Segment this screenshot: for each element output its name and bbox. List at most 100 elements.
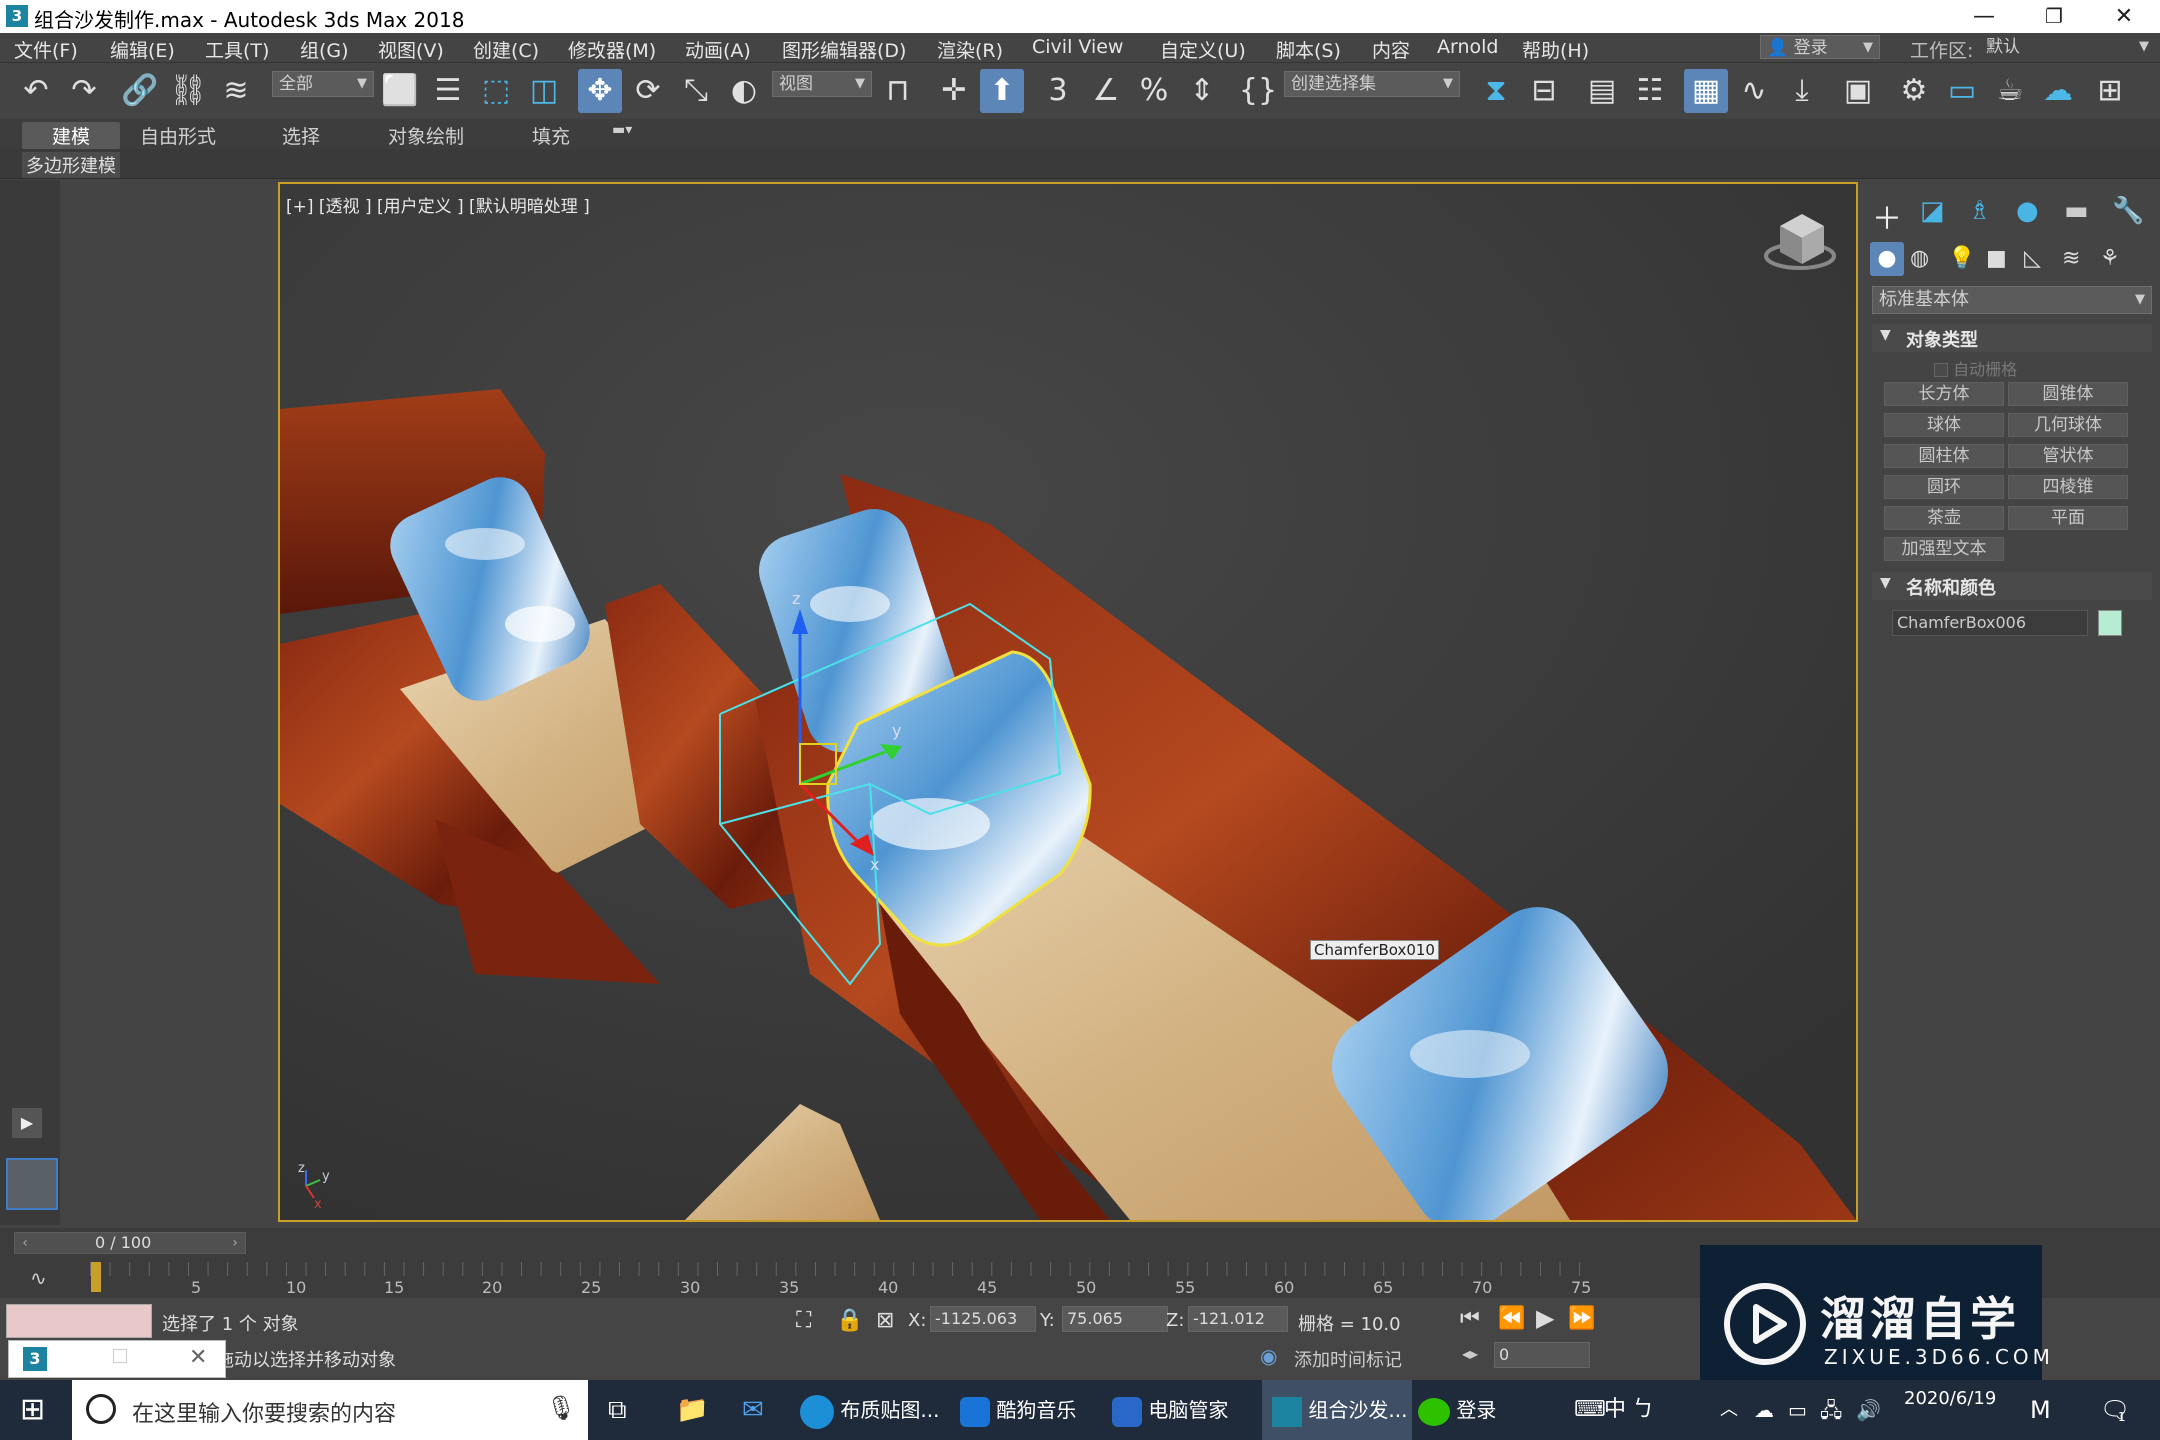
taskbar-app-wechat[interactable]: 登录 — [1418, 1380, 1528, 1440]
maxscript-listener[interactable] — [6, 1304, 152, 1338]
lights-icon[interactable]: 💡 — [1948, 246, 1975, 271]
helpers-icon[interactable]: ◺ — [2024, 246, 2041, 271]
schematic-view-icon[interactable]: ⤓ — [1780, 69, 1824, 113]
object-color-swatch[interactable] — [2098, 610, 2122, 636]
workspace-dropdown[interactable]: 默认 ▼ — [1980, 35, 2155, 59]
file-explorer-icon[interactable]: 📁 — [676, 1380, 708, 1440]
tab-freeform[interactable]: 自由形式 — [140, 122, 216, 149]
spacewarps-icon[interactable]: ≋ — [2062, 246, 2080, 271]
pyramid-button[interactable]: 四棱锥 — [2008, 475, 2128, 499]
z-coord-input[interactable]: -121.012 — [1188, 1306, 1288, 1332]
select-manipulate-icon[interactable]: ✛ — [932, 69, 976, 113]
current-frame-input[interactable]: 0 — [1494, 1342, 1590, 1368]
imooc-tray-icon[interactable]: Ⅿ — [2030, 1380, 2051, 1440]
network-icon[interactable]: 🖧 — [1820, 1380, 1842, 1440]
menu-scripting[interactable]: 脚本(S) — [1276, 36, 1341, 63]
named-selection-set-dropdown[interactable]: 创建选择集 ▼ — [1284, 71, 1460, 97]
scene-explorer-icon[interactable]: ▤ — [1580, 69, 1624, 113]
redo-icon[interactable]: ↷ — [62, 69, 106, 113]
ime-chinese[interactable]: 中 — [1604, 1380, 1626, 1440]
isolate-selection-icon[interactable]: ⛶ — [796, 1308, 811, 1333]
bind-spacewarp-icon[interactable]: ≋ — [214, 69, 258, 113]
menu-help[interactable]: 帮助(H) — [1522, 36, 1589, 63]
unlink-icon[interactable]: ⛓ — [166, 69, 210, 113]
teapot-button[interactable]: 茶壶 — [1884, 506, 2004, 530]
battery-icon[interactable]: ▭ — [1788, 1380, 1807, 1440]
signin-dropdown[interactable]: 👤 登录 ▼ — [1760, 35, 1880, 59]
menu-arnold[interactable]: Arnold — [1437, 36, 1498, 58]
viewport-label-menu[interactable]: [+] [透视 ] [用户定义 ] [默认明暗处理 ] — [286, 192, 590, 217]
keyboard-shortcut-override-icon[interactable]: ⬆ — [980, 69, 1024, 113]
time-tag-icon[interactable]: ◉ — [1260, 1344, 1277, 1368]
angle-snap-icon[interactable]: ∠ — [1084, 69, 1128, 113]
taskbar-search-box[interactable]: 在这里输入你要搜索的内容 🎙 — [72, 1380, 588, 1440]
menu-tools[interactable]: 工具(T) — [205, 36, 269, 63]
geometry-category-dropdown[interactable]: 标准基本体 ▼ — [1872, 286, 2152, 314]
tab-populate[interactable]: 填充 — [532, 122, 570, 149]
notification-center-icon[interactable]: 🗨 — [2100, 1380, 2130, 1440]
select-place-icon[interactable]: ◐ — [722, 69, 766, 113]
torus-button[interactable]: 圆环 — [1884, 475, 2004, 499]
absolute-mode-icon[interactable]: ⊠ — [876, 1308, 894, 1333]
prev-frame-icon[interactable]: ‹ — [15, 1233, 35, 1253]
current-frame-marker[interactable] — [91, 1262, 101, 1292]
window-crossing-icon[interactable]: ◫ — [522, 69, 566, 113]
edit-named-selection-icon[interactable]: {} — [1236, 69, 1280, 113]
shapes-icon[interactable]: ◍ — [1910, 246, 1929, 271]
systems-icon[interactable]: ⚘ — [2100, 246, 2120, 271]
select-rotate-icon[interactable]: ⟳ — [626, 69, 670, 113]
layer-explorer-icon[interactable]: ☷ — [1628, 69, 1672, 113]
taskbar-app-kugou[interactable]: 酷狗音乐 — [960, 1380, 1100, 1440]
geometry-icon[interactable]: ● — [1870, 242, 1904, 276]
rect-selection-region-icon[interactable]: ⬚ — [474, 69, 518, 113]
select-by-name-icon[interactable]: ☰ — [426, 69, 470, 113]
menu-civil-view[interactable]: Civil View — [1032, 36, 1123, 58]
undo-icon[interactable]: ↶ — [14, 69, 58, 113]
curve-editor-mini-icon[interactable]: ∿ — [30, 1266, 47, 1290]
tab-selection[interactable]: 选择 — [282, 122, 320, 149]
tube-button[interactable]: 管状体 — [2008, 444, 2128, 468]
expand-arrow-icon[interactable]: ▶ — [12, 1108, 42, 1138]
menu-file[interactable]: 文件(F) — [14, 36, 78, 63]
play-icon[interactable]: ▶ — [1536, 1304, 1554, 1332]
time-slider[interactable]: ‹ 0 / 100 › — [14, 1232, 246, 1254]
minimized-window[interactable]: 3 ✕ — [8, 1340, 226, 1378]
menu-content[interactable]: 内容 — [1372, 36, 1410, 63]
cameras-icon[interactable]: ■ — [1986, 246, 2007, 271]
menu-create[interactable]: 创建(C) — [473, 36, 539, 63]
hierarchy-tab-icon[interactable]: ♗ — [1968, 196, 1991, 226]
tab-modeling[interactable]: 建模 — [22, 122, 121, 149]
next-frame-icon[interactable]: › — [225, 1233, 245, 1253]
viewport-layout-icon[interactable] — [6, 1158, 58, 1210]
select-object-icon[interactable]: ⬜ — [378, 69, 422, 113]
perspective-viewport[interactable]: z y x z y x [+] [透视 ] [用户定义 ] [默认明暗处理 ] … — [278, 182, 1858, 1222]
render-production-icon[interactable]: ☕ — [1988, 69, 2032, 113]
a360-gallery-icon[interactable]: ⊞ — [2088, 69, 2132, 113]
tray-expand-icon[interactable]: ︿ — [1720, 1380, 1738, 1440]
motion-tab-icon[interactable]: ● — [2016, 196, 2039, 226]
go-to-start-icon[interactable]: ⏮ — [1460, 1306, 1480, 1331]
mirror-icon[interactable]: ⧗ — [1474, 69, 1518, 113]
textplus-button[interactable]: 加强型文本 — [1884, 537, 2004, 561]
onedrive-icon[interactable]: ☁ — [1754, 1380, 1774, 1440]
windows-start-icon[interactable]: ⊞ — [20, 1380, 45, 1440]
select-scale-icon[interactable]: ⤡ — [674, 69, 718, 113]
add-time-tag[interactable]: 添加时间标记 — [1294, 1346, 1402, 1372]
ribbon-toggle-icon[interactable]: ▦ — [1684, 69, 1728, 113]
sphere-button[interactable]: 球体 — [1884, 413, 2004, 437]
menu-graph-editors[interactable]: 图形编辑器(D) — [782, 36, 906, 63]
link-icon[interactable]: 🔗 — [118, 69, 162, 113]
render-setup-icon[interactable]: ⚙ — [1892, 69, 1936, 113]
snaps-toggle-icon[interactable]: 3 — [1036, 69, 1080, 113]
previous-key-icon[interactable]: ⏪ — [1498, 1306, 1525, 1331]
menu-customize[interactable]: 自定义(U) — [1160, 36, 1246, 63]
utilities-tab-icon[interactable]: 🔧 — [2112, 196, 2144, 226]
restore-button[interactable]: ❐ — [2024, 0, 2084, 33]
menu-edit[interactable]: 编辑(E) — [110, 36, 175, 63]
minimize-button[interactable]: — — [1954, 0, 2014, 33]
align-icon[interactable]: ⊟ — [1522, 69, 1566, 113]
spinner-snap-icon[interactable]: ⇕ — [1180, 69, 1224, 113]
pivot-center-icon[interactable]: ⊓ — [876, 69, 920, 113]
taskbar-app-browser[interactable]: 布质贴图... — [800, 1380, 950, 1440]
cone-button[interactable]: 圆锥体 — [2008, 382, 2128, 406]
